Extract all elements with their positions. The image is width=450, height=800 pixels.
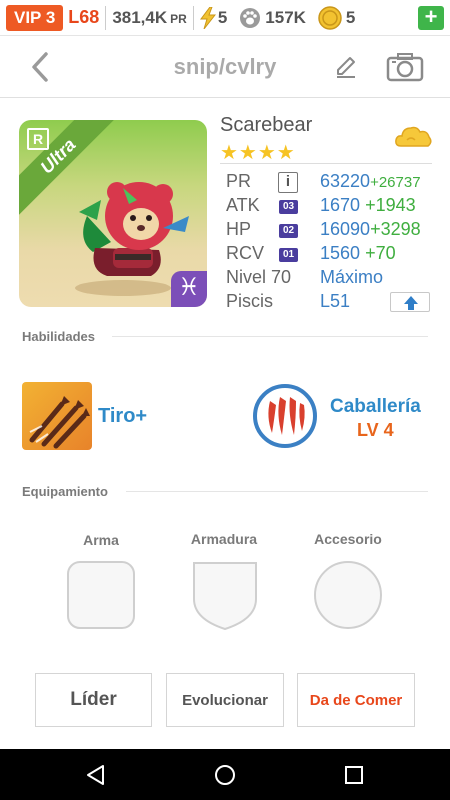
divider — [220, 163, 432, 164]
stat-rank-tag: 01 — [279, 248, 298, 262]
stat-row-pr: PR i 63220+26737 — [226, 171, 436, 195]
ability-level: LV 4 — [357, 420, 394, 440]
slot-label-accessory: Accesorio — [314, 531, 382, 547]
level-label: Nivel 70 — [226, 267, 292, 287]
stat-base: 1560 — [320, 243, 361, 263]
stat-value: 1560 +70 — [320, 243, 396, 264]
equipment-title: Equipamiento — [22, 484, 108, 499]
player-power: 381,4K PR — [112, 8, 187, 28]
hero-portrait[interactable]: Ultra R ♓ — [19, 120, 207, 307]
nav-home-icon[interactable] — [214, 764, 236, 786]
stat-row-hp: HP 02 16090+3298 — [226, 219, 436, 243]
paws-value: 157K — [265, 7, 306, 27]
pencil-icon[interactable] — [333, 54, 359, 80]
stat-base: 16090 — [320, 219, 371, 239]
divider — [105, 5, 107, 30]
claw-ability-icon[interactable] — [252, 383, 318, 449]
level-value: Máximo — [320, 267, 384, 287]
coin-icon — [318, 5, 342, 30]
slot-label-weapon: Arma — [83, 532, 119, 548]
status-bar: VIP 3 L68 381,4K PR 5 157K 5 + — [0, 0, 450, 36]
weapon-slot[interactable] — [66, 560, 136, 630]
energy-counter[interactable]: 5 — [199, 6, 228, 29]
stat-label: ATK — [226, 195, 260, 215]
player-level: L68 — [68, 7, 100, 27]
energy-value: 5 — [217, 7, 228, 27]
vip-badge[interactable]: VIP 3 — [6, 4, 64, 31]
divider — [192, 5, 194, 30]
stat-base: 63220 — [320, 171, 371, 191]
evolve-button[interactable]: Evolucionar — [166, 673, 284, 727]
stat-value: 1670 +1943 — [320, 195, 416, 216]
camera-icon[interactable] — [386, 52, 424, 82]
page-title: snip/cvlry — [173, 54, 277, 79]
divider — [126, 491, 428, 492]
nav-recents-icon[interactable] — [343, 764, 365, 786]
slot-label-armor: Armadura — [190, 531, 258, 547]
stat-rank-tag: 03 — [279, 200, 298, 214]
up-arrow-icon — [404, 296, 418, 310]
info-icon[interactable]: i — [278, 172, 298, 193]
android-nav-bar — [0, 749, 450, 800]
stat-bonus: +3298 — [370, 219, 421, 239]
stat-row-atk: ATK 03 1670 +1943 — [226, 195, 436, 219]
paws-counter[interactable]: 157K — [239, 7, 306, 29]
stat-base: 1670 — [320, 195, 361, 215]
nav-back-icon[interactable] — [85, 764, 107, 786]
player-power-unit: PR — [170, 11, 187, 26]
coins-value: 5 — [345, 7, 356, 27]
stat-row-rcv: RCV 01 1560 +70 — [226, 243, 436, 267]
stat-value: 63220+26737 — [320, 171, 421, 192]
paw-icon — [240, 7, 261, 28]
divider — [112, 336, 428, 337]
zodiac-badge: ♓ — [171, 271, 207, 307]
add-currency-button[interactable]: + — [418, 6, 444, 30]
armor-slot[interactable] — [190, 559, 260, 631]
stat-bonus: +70 — [365, 243, 396, 263]
zodiac-label: Piscis — [226, 291, 274, 311]
stat-label: RCV — [226, 243, 265, 263]
stat-value: 16090+3298 — [320, 219, 421, 240]
stat-bonus: +1943 — [365, 195, 416, 215]
coins-counter[interactable]: 5 — [318, 5, 356, 30]
skills-title: Habilidades — [22, 329, 95, 344]
lightning-icon — [199, 6, 216, 29]
player-power-value: 381,4K — [112, 7, 168, 27]
element-cloud-icon[interactable] — [393, 122, 433, 152]
stat-bonus: +26737 — [370, 174, 421, 191]
accessory-slot[interactable] — [312, 559, 384, 631]
level-row: Nivel 70 Máximo — [226, 267, 436, 291]
skill-arrows-icon[interactable] — [22, 382, 92, 450]
hero-name: Scarebear — [220, 114, 313, 136]
ability-name[interactable]: Caballería — [330, 396, 421, 418]
zodiac-level: L51 — [320, 291, 351, 311]
zodiac-row: Piscis L51 — [226, 291, 436, 315]
stat-label: HP — [226, 219, 252, 239]
feed-button[interactable]: Da de Comer — [297, 673, 415, 727]
stat-label: PR — [226, 171, 252, 191]
hero-stars: ★★★★ — [220, 142, 296, 164]
header: snip/cvlry — [0, 36, 450, 98]
leader-button[interactable]: Líder — [35, 673, 152, 727]
zodiac-upgrade-button[interactable] — [390, 292, 430, 312]
skill-name[interactable]: Tiro+ — [98, 405, 147, 428]
stat-rank-tag: 02 — [279, 224, 298, 238]
